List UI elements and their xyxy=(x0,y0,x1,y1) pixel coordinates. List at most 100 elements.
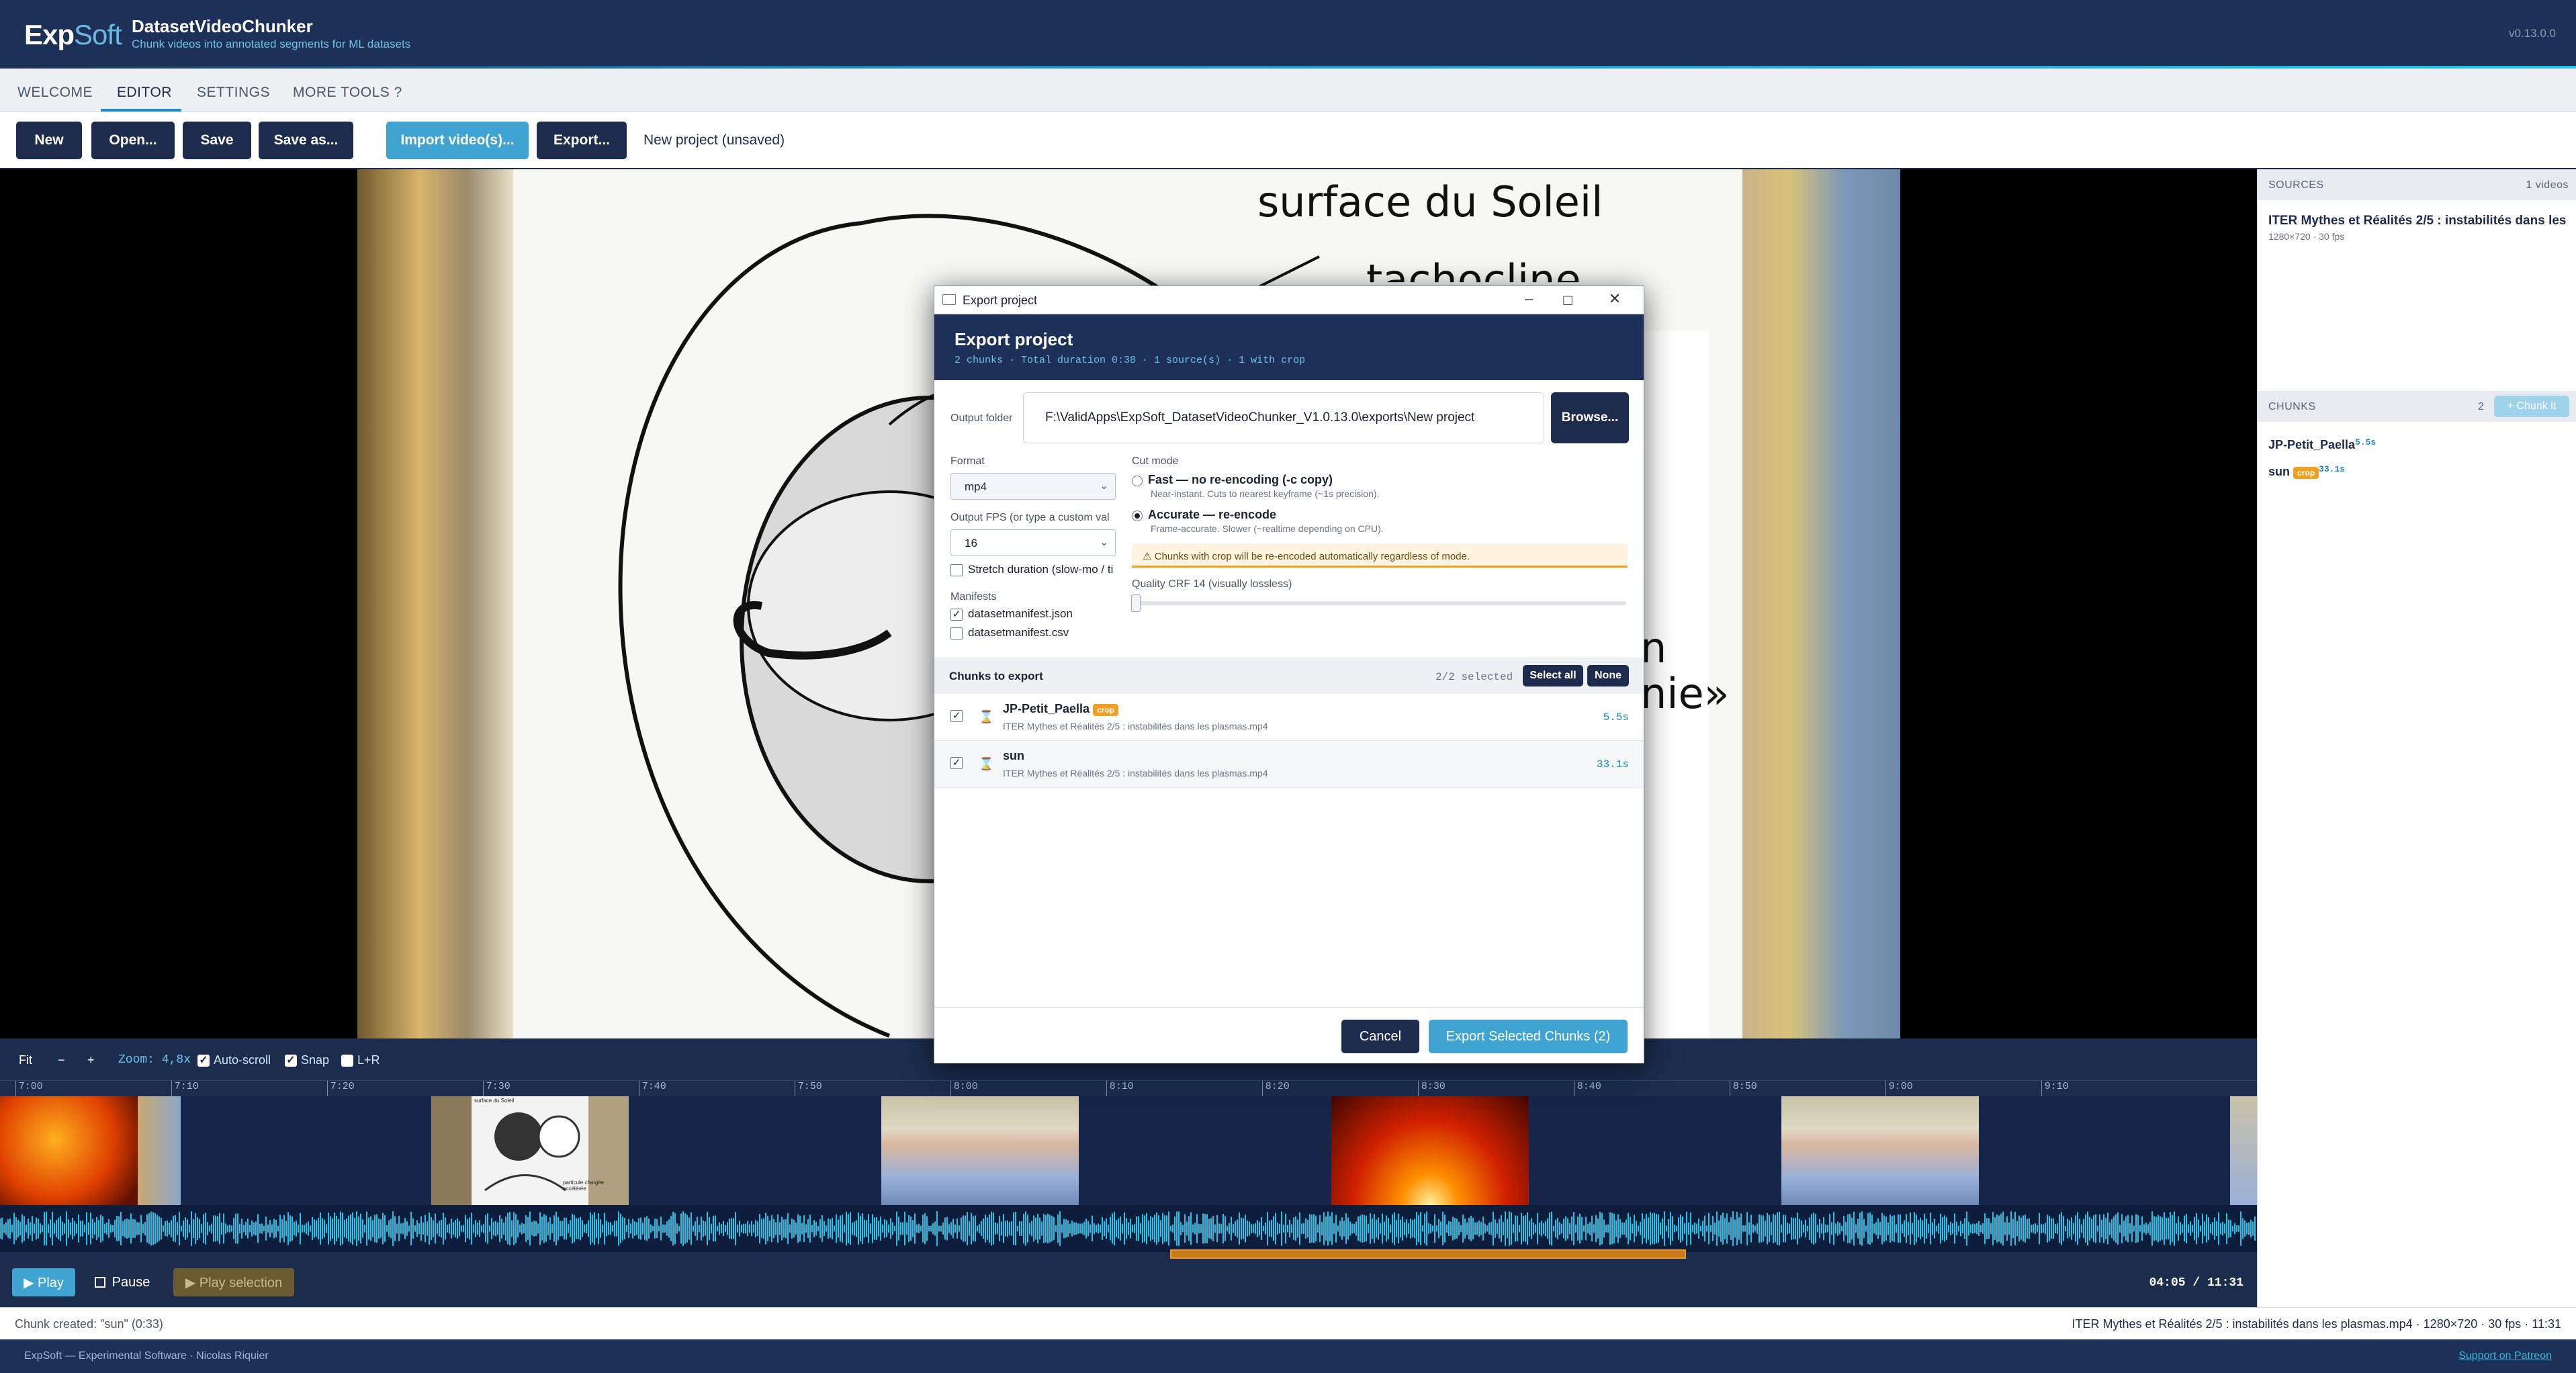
toolbar: New Open... Save Save as... Import video… xyxy=(0,112,2576,168)
ruler-tick: 8:10 xyxy=(1106,1081,1134,1097)
cancel-button[interactable]: Cancel xyxy=(1341,1020,1419,1053)
maximize-icon[interactable]: □ xyxy=(1558,292,1578,309)
quality-slider-track[interactable] xyxy=(1133,601,1626,605)
chunk-item[interactable]: sun crop 33.1s xyxy=(2268,464,2345,479)
manifest-json-checkbox[interactable]: ✓ datasetmanifest.json xyxy=(950,607,1073,621)
new-button[interactable]: New xyxy=(16,122,82,159)
chunk-checkbox[interactable]: ✓ xyxy=(950,757,968,769)
export-button[interactable]: Export... xyxy=(537,122,627,159)
export-chunk-source: ITER Mythes et Réalités 2/5 : instabilit… xyxy=(1003,768,1268,779)
manifests-label: Manifests xyxy=(950,591,997,603)
timeline-thumbnails[interactable]: surface du Soleil particule chargée accé… xyxy=(0,1096,2257,1205)
output-folder-label: Output folder xyxy=(950,412,1013,424)
warning-icon: ⚠ xyxy=(1143,551,1155,562)
source-item-name[interactable]: ITER Mythes et Réalités 2/5 : instabilit… xyxy=(2268,214,2571,228)
tab-editor[interactable]: EDITOR xyxy=(117,85,172,101)
tab-welcome[interactable]: WELCOME xyxy=(17,85,93,101)
tab-settings[interactable]: SETTINGS xyxy=(197,85,270,101)
output-folder-field[interactable]: F:\ValidApps\ExpSoft_DatasetVideoChunker… xyxy=(1023,392,1544,443)
ruler-tick: 9:10 xyxy=(2041,1081,2069,1097)
cut-mode-label: Cut mode xyxy=(1132,455,1179,467)
save-as-button[interactable]: Save as... xyxy=(259,122,353,159)
chunk-item-duration: 5.5s xyxy=(2355,437,2377,447)
thumb-label: surface du Soleil xyxy=(474,1098,515,1104)
app-title: DatasetVideoChunker xyxy=(132,16,313,36)
play-selection-button[interactable]: ▶ Play selection xyxy=(173,1268,294,1296)
hourglass-icon: ⌛ xyxy=(979,710,994,723)
dialog-footer: Cancel Export Selected Chunks (2) xyxy=(934,1007,1644,1063)
autoscroll-toggle[interactable]: ✓ Auto-scroll xyxy=(197,1053,271,1067)
minimize-icon[interactable]: – xyxy=(1519,290,1539,308)
frame-text-surface: surface du Soleil xyxy=(1257,177,1603,226)
close-icon[interactable]: ✕ xyxy=(1605,290,1625,308)
select-all-button[interactable]: Select all xyxy=(1523,665,1583,686)
dialog-title: Export project xyxy=(954,329,1073,349)
checkbox-icon xyxy=(341,1055,353,1067)
status-source-info: ITER Mythes et Réalités 2/5 : instabilit… xyxy=(2072,1317,2561,1331)
ruler-tick: 8:00 xyxy=(950,1081,978,1097)
ruler-tick: 7:00 xyxy=(15,1081,43,1097)
audio-waveform[interactable] xyxy=(0,1205,2257,1252)
manifest-csv-checkbox[interactable]: datasetmanifest.csv xyxy=(950,626,1069,639)
chunk-it-button[interactable]: + Chunk it xyxy=(2494,396,2569,417)
checkbox-icon: ✓ xyxy=(285,1055,297,1067)
timeline-ruler[interactable]: 7:00 7:10 7:20 7:30 7:40 7:50 8:00 8:10 8:20 8:30… xyxy=(0,1080,2257,1097)
tab-more-tools[interactable]: MORE TOOLS ? xyxy=(293,85,402,101)
sources-count: 1 videos xyxy=(2526,179,2569,191)
version-label: v0.13.0.0 xyxy=(2509,27,2556,40)
chevron-down-icon: ⌄ xyxy=(1100,537,1108,548)
status-message: Chunk created: "sun" (0:33) xyxy=(15,1317,163,1331)
checkbox-icon xyxy=(950,564,963,576)
hourglass-icon: ⌛ xyxy=(979,757,994,770)
selection-range[interactable] xyxy=(1170,1249,1686,1259)
chunk-checkbox[interactable]: ✓ xyxy=(950,710,968,722)
import-videos-button[interactable]: Import video(s)... xyxy=(386,122,529,159)
ruler-tick: 8:50 xyxy=(1729,1081,1757,1097)
active-tab-indicator xyxy=(101,109,181,112)
export-chunk-row[interactable]: ✓ ⌛ JP-Petit_Paella crop ITER Mythes et … xyxy=(934,694,1644,741)
chunk-item[interactable]: JP-Petit_Paella5.5s xyxy=(2268,437,2377,452)
patreon-link[interactable]: Support on Patreon xyxy=(2458,1350,2552,1362)
export-chunk-row[interactable]: ✓ ⌛ sun ITER Mythes et Réalités 2/5 : in… xyxy=(934,741,1644,788)
export-chunk-duration: 5.5s xyxy=(1603,711,1629,723)
export-chunk-duration: 33.1s xyxy=(1596,758,1629,770)
fit-button[interactable]: Fit xyxy=(19,1053,32,1067)
open-button[interactable]: Open... xyxy=(91,122,175,159)
browse-button[interactable]: Browse... xyxy=(1551,392,1629,443)
export-chunk-source: ITER Mythes et Réalités 2/5 : instabilit… xyxy=(1003,721,1268,732)
save-button[interactable]: Save xyxy=(183,122,251,159)
play-button[interactable]: ▶ Play xyxy=(12,1268,75,1296)
format-select[interactable]: mp4 ⌄ xyxy=(950,473,1116,500)
playback-bar: ▶ Play Pause ▶ Play selection 04:05 / 11… xyxy=(0,1259,2257,1307)
timecode: 04:05 / 11:31 xyxy=(2149,1276,2244,1290)
chunks-to-export-title: Chunks to export xyxy=(949,670,1043,682)
fps-select[interactable]: 16 ⌄ xyxy=(950,529,1116,556)
ruler-tick: 8:30 xyxy=(1417,1081,1446,1097)
ruler-tick: 7:20 xyxy=(326,1081,355,1097)
footer-credit: ExpSoft — Experimental Software · Nicola… xyxy=(24,1350,269,1362)
pause-button[interactable]: Pause xyxy=(87,1268,157,1296)
stretch-duration-checkbox[interactable]: Stretch duration (slow-mo / ti xyxy=(950,563,1124,576)
status-bar: Chunk created: "sun" (0:33) ITER Mythes … xyxy=(0,1307,2576,1339)
lr-toggle[interactable]: L+R xyxy=(341,1053,380,1067)
thumb-label: particule chargée accélérée xyxy=(563,1180,605,1192)
sources-header: SOURCES 1 videos xyxy=(2258,169,2576,200)
select-none-button[interactable]: None xyxy=(1587,665,1629,686)
crop-warning: ⚠ Chunks with crop will be re-encoded au… xyxy=(1132,543,1628,568)
zoom-in-button[interactable]: + xyxy=(87,1053,95,1067)
video-blur-right xyxy=(1742,169,1900,1038)
ruler-tick: 9:00 xyxy=(1885,1081,1913,1097)
chunk-item-name: sun xyxy=(2268,465,2291,478)
ruler-tick: 7:30 xyxy=(482,1081,510,1097)
zoom-out-button[interactable]: − xyxy=(58,1053,65,1067)
dialog-summary: 2 chunks · Total duration 0:38 · 1 sourc… xyxy=(954,355,1306,366)
export-selected-button[interactable]: Export Selected Chunks (2) xyxy=(1429,1020,1628,1053)
thumbnail-speaker xyxy=(881,1096,1079,1205)
checkbox-icon: ✓ xyxy=(950,608,963,621)
fast-mode-radio[interactable]: Fast — no re-encoding (-c copy) Near-ins… xyxy=(1132,473,1379,499)
quality-slider-handle[interactable] xyxy=(1131,594,1141,612)
thumbnail-blur xyxy=(138,1096,181,1205)
accurate-mode-radio[interactable]: Accurate — re-encode Frame-accurate. Slo… xyxy=(1132,508,1384,534)
snap-toggle[interactable]: ✓ Snap xyxy=(285,1053,329,1067)
dialog-window-title: Export project xyxy=(963,294,1038,307)
